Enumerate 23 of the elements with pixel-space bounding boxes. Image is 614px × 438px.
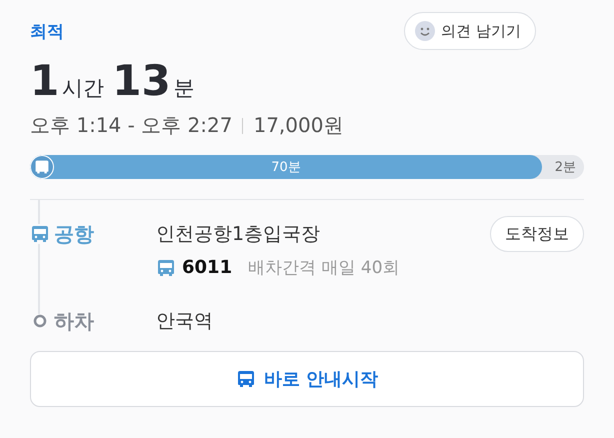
fare: 17,000원	[253, 112, 344, 139]
smiley-icon	[415, 21, 436, 41]
minutes-unit: 분	[174, 75, 195, 102]
arrival-info-button[interactable]: 도착정보	[490, 216, 584, 252]
feedback-button[interactable]: 의견 남기기	[404, 12, 536, 50]
bus-icon	[236, 369, 256, 389]
bus-interval: 배차간격 매일 40회	[248, 257, 400, 279]
best-route-label: 최적	[30, 20, 64, 42]
bus-icon	[30, 224, 50, 244]
start-navigation-button[interactable]: 바로 안내시작	[30, 351, 584, 407]
step-label: 하차	[54, 308, 94, 334]
hours-unit: 시간	[62, 75, 104, 102]
stop-name: 인천공항1층입국장	[156, 222, 320, 247]
bus-segment: 70분	[30, 155, 542, 179]
step-label: 공항	[54, 220, 94, 248]
bus-icon	[156, 258, 176, 278]
bus-icon	[34, 159, 50, 175]
time-range: 오후 1:14 - 오후 2:27	[30, 112, 232, 139]
bus-number: 6011	[182, 257, 232, 278]
duration-hours: 1	[30, 56, 60, 105]
duration-minutes: 13	[112, 56, 171, 105]
stop-icon	[33, 314, 47, 328]
stop-name: 안국역	[156, 309, 213, 334]
